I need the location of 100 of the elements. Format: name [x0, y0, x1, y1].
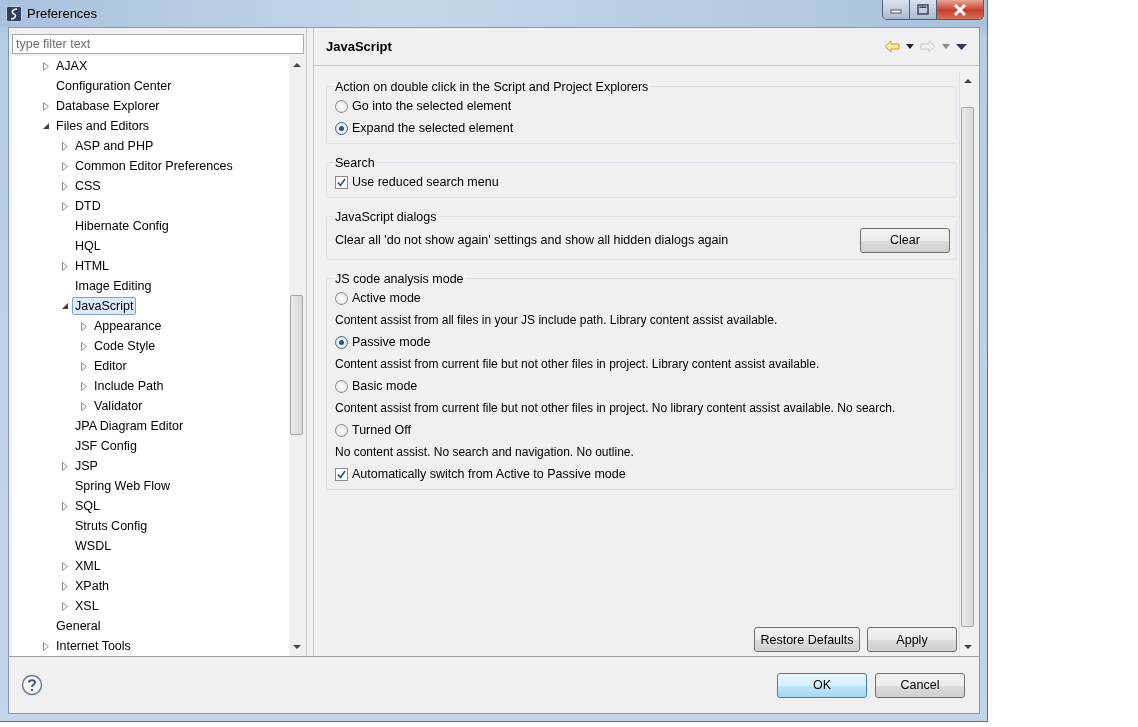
- tree-item[interactable]: Spring Web Flow: [72, 477, 173, 495]
- maximize-button[interactable]: [910, 0, 937, 19]
- radio-button[interactable]: [335, 379, 348, 393]
- collapsed-arrow-icon[interactable]: [80, 381, 88, 391]
- description-text: Content assist from all files in your JS include path. Library content assist available.: [335, 312, 779, 329]
- app-icon: [6, 5, 22, 22]
- collapsed-arrow-icon[interactable]: [80, 321, 88, 331]
- tree-item[interactable]: Files and Editors: [53, 117, 153, 135]
- tree-item[interactable]: Hibernate Config: [72, 217, 172, 235]
- scroll-thumb[interactable]: [290, 295, 303, 435]
- close-button[interactable]: [937, 0, 983, 19]
- page-title: JavaScript: [326, 39, 392, 54]
- tree-item[interactable]: Internet Tools: [53, 637, 134, 655]
- scrollbar[interactable]: [959, 72, 975, 656]
- tree-item[interactable]: Struts Config: [72, 517, 151, 535]
- tree-item[interactable]: JPA Diagram Editor: [72, 417, 187, 435]
- tree-item[interactable]: Code Style: [91, 337, 159, 355]
- tree-item[interactable]: HTML: [72, 257, 113, 275]
- collapsed-arrow-icon[interactable]: [61, 501, 69, 511]
- page-button[interactable]: Apply: [867, 627, 957, 652]
- scroll-down-icon[interactable]: [292, 645, 301, 650]
- minimize-button[interactable]: [883, 0, 910, 19]
- collapsed-arrow-icon[interactable]: [80, 401, 88, 411]
- radio-button[interactable]: [335, 335, 348, 349]
- tree-item[interactable]: JSP: [72, 457, 101, 475]
- collapsed-arrow-icon[interactable]: [61, 601, 69, 611]
- option-label[interactable]: Turned Off: [352, 423, 412, 437]
- scroll-up-icon[interactable]: [963, 78, 972, 83]
- option-label[interactable]: Basic mode: [352, 379, 418, 393]
- scroll-up-icon[interactable]: [292, 62, 301, 67]
- collapsed-arrow-icon[interactable]: [42, 61, 50, 71]
- tree-item[interactable]: General: [53, 617, 104, 635]
- view-menu-icon[interactable]: [956, 43, 967, 50]
- collapsed-arrow-icon[interactable]: [80, 341, 88, 351]
- tree-item[interactable]: Validator: [91, 397, 146, 415]
- radio-button[interactable]: [335, 99, 348, 113]
- tree-item[interactable]: Configuration Center: [53, 77, 175, 95]
- tree-item[interactable]: Appearance: [91, 317, 165, 335]
- group-title: JS code analysis mode: [333, 271, 466, 287]
- scroll-down-icon[interactable]: [963, 645, 972, 650]
- back-arrow-icon[interactable]: [884, 40, 900, 53]
- group-title: JavaScript dialogs: [333, 209, 439, 225]
- collapsed-arrow-icon[interactable]: [42, 641, 50, 651]
- description-text: Clear all 'do not show again' settings and show all hidden dialogs again: [335, 233, 729, 247]
- help-icon[interactable]: [21, 674, 43, 696]
- option-label[interactable]: Use reduced search menu: [352, 175, 499, 189]
- tree-item[interactable]: Editor: [91, 357, 130, 375]
- tree-item[interactable]: WSDL: [72, 537, 115, 555]
- group-title: Action on double click in the Script and Project Explorers: [333, 79, 651, 95]
- tree-item[interactable]: XPath: [72, 577, 113, 595]
- description-text: Content assist from current file but not other files in project. Library content assist available.: [335, 356, 821, 373]
- tree-item[interactable]: Image Editing: [72, 277, 155, 295]
- tree-item[interactable]: DTD: [72, 197, 104, 215]
- collapsed-arrow-icon[interactable]: [61, 581, 69, 591]
- collapsed-arrow-icon[interactable]: [61, 141, 69, 151]
- radio-button[interactable]: [335, 423, 348, 437]
- collapsed-arrow-icon[interactable]: [61, 561, 69, 571]
- filter-field[interactable]: type filter text: [12, 34, 304, 54]
- scroll-thumb[interactable]: [961, 107, 974, 627]
- cancel-button[interactable]: Cancel: [875, 672, 965, 698]
- close-icon[interactable]: [952, 3, 968, 16]
- collapsed-arrow-icon[interactable]: [61, 461, 69, 471]
- tree-item[interactable]: Common Editor Preferences: [72, 157, 236, 175]
- scrollbar[interactable]: [289, 56, 304, 656]
- dropdown-icon[interactable]: [906, 44, 914, 49]
- tree-item[interactable]: AJAX: [53, 57, 91, 75]
- description-text: No content assist. No search and navigation. No outline.: [335, 444, 635, 461]
- collapsed-arrow-icon[interactable]: [61, 261, 69, 271]
- ok-button[interactable]: OK: [777, 672, 867, 698]
- tree-item[interactable]: Database Explorer: [53, 97, 163, 115]
- collapsed-arrow-icon[interactable]: [42, 101, 50, 111]
- collapsed-arrow-icon[interactable]: [61, 161, 69, 171]
- maximize-icon[interactable]: [916, 3, 930, 16]
- collapsed-arrow-icon[interactable]: [61, 181, 69, 191]
- tree-item[interactable]: Include Path: [91, 377, 167, 395]
- option-label[interactable]: Automatically switch from Active to Passive mode: [352, 467, 626, 481]
- tree-item[interactable]: SQL: [72, 497, 103, 515]
- page-button[interactable]: Restore Defaults: [754, 627, 860, 652]
- radio-button[interactable]: [335, 291, 348, 305]
- tree-item[interactable]: HQL: [72, 237, 104, 255]
- tree-item[interactable]: ASP and PHP: [72, 137, 157, 155]
- tree-item[interactable]: JavaScript: [72, 297, 137, 315]
- option-label[interactable]: Go into the selected element: [352, 99, 512, 113]
- checkbox[interactable]: [335, 175, 348, 189]
- option-label[interactable]: Active mode: [352, 291, 421, 305]
- description-text: Content assist from current file but not other files in project. No library content assist available. No search.: [335, 400, 897, 417]
- window-title: Preferences: [27, 6, 98, 21]
- radio-button[interactable]: [335, 121, 348, 135]
- option-label[interactable]: Expand the selected element: [352, 121, 514, 135]
- collapsed-arrow-icon[interactable]: [80, 361, 88, 371]
- clear-button[interactable]: Clear: [860, 227, 950, 253]
- option-label[interactable]: Passive mode: [352, 335, 431, 349]
- tree-item[interactable]: XML: [72, 557, 104, 575]
- expanded-arrow-icon[interactable]: [61, 301, 69, 311]
- tree-item[interactable]: JSF Config: [72, 437, 140, 455]
- tree-item[interactable]: XSL: [72, 597, 102, 615]
- expanded-arrow-icon[interactable]: [42, 121, 50, 131]
- checkbox[interactable]: [335, 467, 348, 481]
- tree-item[interactable]: CSS: [72, 177, 104, 195]
- collapsed-arrow-icon[interactable]: [61, 201, 69, 211]
